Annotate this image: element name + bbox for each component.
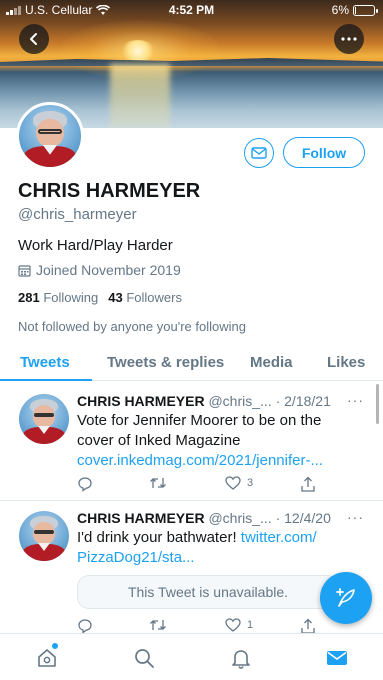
tweet-text: Vote for Jennifer Moorer to be on the co… xyxy=(77,411,357,471)
more-icon xyxy=(341,37,357,41)
tweet-avatar[interactable] xyxy=(19,511,69,561)
tweet-link-inline[interactable]: twitter.com/ xyxy=(241,529,317,546)
followers-label: Followers xyxy=(126,290,182,305)
nav-search[interactable] xyxy=(132,646,156,670)
tab-active-indicator xyxy=(0,379,92,381)
followers-count: 43 xyxy=(108,290,123,305)
tab-tweets-replies[interactable]: Tweets & replies xyxy=(107,354,224,371)
tweet-body: I'd drink your bathwater! xyxy=(77,529,237,546)
joined-label: Joined November 2019 xyxy=(36,262,181,278)
tweet-author-handle: @chris_... xyxy=(208,510,272,526)
like-button[interactable]: 1 xyxy=(225,618,253,632)
like-count: 1 xyxy=(247,619,254,631)
back-icon xyxy=(30,33,37,45)
bell-icon xyxy=(232,650,250,669)
tab-tweets[interactable]: Tweets xyxy=(20,354,70,371)
tweet-more-icon[interactable]: ··· xyxy=(347,509,364,525)
tweet-item[interactable]: CHRIS HARMEYER @chris_... · 2/18/21 ··· … xyxy=(0,384,383,500)
home-icon xyxy=(38,649,56,667)
share-button[interactable] xyxy=(301,476,315,492)
compose-tweet-button[interactable] xyxy=(320,572,372,624)
reply-button[interactable] xyxy=(77,618,93,634)
message-button[interactable] xyxy=(244,138,274,168)
share-button[interactable] xyxy=(301,618,315,634)
tweet-actions: 1 xyxy=(77,618,327,634)
avatar-glasses xyxy=(34,530,54,534)
followers-link[interactable]: 43 Followers xyxy=(108,290,182,305)
banner-reflection xyxy=(110,64,170,128)
tweet-actions: 3 xyxy=(77,476,327,492)
tweet-date: · 2/18/21 xyxy=(275,393,331,409)
tweet-header: CHRIS HARMEYER @chris_... · 2/18/21 xyxy=(77,393,331,409)
tweet-text: I'd drink your bathwater! twitter.com/ P… xyxy=(77,528,357,568)
profile-tabs: Tweets Tweets & replies Media Likes xyxy=(0,348,383,381)
banner-sun xyxy=(120,40,156,62)
reply-button[interactable] xyxy=(77,476,93,492)
nav-home[interactable] xyxy=(35,646,59,670)
follow-counts: 281 Following 43 Followers xyxy=(18,290,182,305)
compose-icon xyxy=(336,588,355,607)
status-right: 6% xyxy=(331,3,378,17)
tweet-header: CHRIS HARMEYER @chris_... · 12/4/20 xyxy=(77,510,331,526)
bottom-nav xyxy=(0,633,383,680)
battery-icon xyxy=(353,4,378,16)
tweet-author-name: CHRIS HARMEYER xyxy=(77,510,205,526)
following-count: 281 xyxy=(18,290,40,305)
calendar-icon xyxy=(18,264,31,277)
quoted-tweet-unavailable: This Tweet is unavailable. xyxy=(77,575,339,609)
retweet-icon xyxy=(150,620,166,630)
avatar-glasses xyxy=(34,413,54,417)
tweet-date: · 12/4/20 xyxy=(275,510,331,526)
retweet-button[interactable] xyxy=(149,476,167,490)
mail-icon xyxy=(251,147,267,159)
tab-likes[interactable]: Likes xyxy=(327,354,365,371)
retweet-button[interactable] xyxy=(149,618,167,632)
followed-by-note: Not followed by anyone you're following xyxy=(18,319,246,334)
nav-messages[interactable] xyxy=(325,646,349,670)
follow-button[interactable]: Follow xyxy=(283,137,365,168)
tweet-author-handle: @chris_... xyxy=(208,393,272,409)
more-button[interactable] xyxy=(334,24,364,54)
profile-handle: @chris_harmeyer xyxy=(18,206,137,223)
tweet-link[interactable]: cover.inkedmag.com/2021/jennifer-... xyxy=(77,452,323,469)
status-bar: U.S. Cellular 4:52 PM 6% xyxy=(0,0,383,20)
tweet-link[interactable]: PizzaDog21/sta... xyxy=(77,549,195,566)
following-label: Following xyxy=(43,290,99,305)
profile-name: CHRIS HARMEYER xyxy=(18,180,201,202)
reply-icon xyxy=(78,477,92,492)
tweet-avatar[interactable] xyxy=(19,394,69,444)
following-link[interactable]: 281 Following xyxy=(18,290,98,305)
tweet-more-icon[interactable]: ··· xyxy=(347,392,364,408)
back-button[interactable] xyxy=(19,24,49,54)
like-button[interactable]: 3 xyxy=(225,476,253,490)
tweet-author-name: CHRIS HARMEYER xyxy=(77,393,205,409)
share-icon xyxy=(301,476,315,492)
clock: 4:52 PM xyxy=(168,3,215,17)
home-notification-dot xyxy=(52,643,58,649)
tweet-body: Vote for Jennifer Moorer to be on the co… xyxy=(77,412,322,449)
battery-percent: 6% xyxy=(331,3,349,17)
messages-icon xyxy=(327,651,347,665)
search-icon xyxy=(135,649,154,668)
reply-icon xyxy=(78,619,92,634)
like-icon xyxy=(225,476,241,490)
tab-media[interactable]: Media xyxy=(250,354,293,371)
like-count: 3 xyxy=(247,477,254,489)
share-icon xyxy=(301,618,315,634)
like-icon xyxy=(225,618,241,632)
retweet-icon xyxy=(150,478,166,488)
avatar-glasses xyxy=(37,128,63,134)
profile-bio: Work Hard/Play Harder xyxy=(18,237,173,254)
battery-fill xyxy=(355,6,356,14)
nav-notifications[interactable] xyxy=(229,646,253,670)
profile-avatar[interactable] xyxy=(16,102,84,170)
joined-date: Joined November 2019 xyxy=(18,262,181,278)
